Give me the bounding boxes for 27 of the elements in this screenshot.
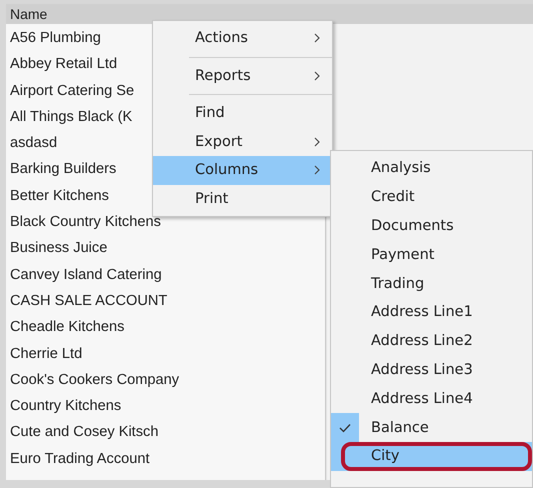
menu-item[interactable]: Address Line1	[331, 298, 532, 327]
menu-item[interactable]: Payment	[331, 240, 532, 270]
menu-item[interactable]: Address Line4	[331, 384, 532, 414]
list-row[interactable]: Cute and Cosey Kitsch	[6, 419, 325, 446]
menu-item[interactable]: Columns	[153, 156, 332, 184]
menu-item[interactable]: Address Line3	[331, 356, 532, 384]
menu-item[interactable]: Find	[153, 99, 332, 128]
menu-item[interactable]: Credit	[331, 182, 532, 212]
list-row[interactable]: Canvey Island Catering	[6, 262, 325, 288]
menu-item[interactable]: Address Line2	[331, 326, 532, 356]
menu-item[interactable]: City	[331, 442, 532, 471]
list-row[interactable]: Euro Trading Account	[6, 446, 325, 472]
column-header[interactable]: Name	[6, 4, 533, 24]
menu-item[interactable]: Trading	[331, 269, 532, 298]
list-row[interactable]: Cheadle Kitchens	[6, 314, 325, 341]
list-row[interactable]: Cherrie Ltd	[6, 340, 325, 367]
list-row[interactable]: Country Kitchens	[6, 393, 325, 420]
menu-item[interactable]: Export	[153, 128, 332, 156]
menu-item[interactable]: Print	[153, 184, 332, 213]
menu-item[interactable]: Analysis	[331, 154, 532, 183]
menu-item[interactable]: Actions	[153, 24, 332, 52]
menu-item[interactable]: Reports	[153, 62, 332, 90]
list-row[interactable]: Cook's Cookers Company	[6, 366, 325, 394]
menu-item[interactable]: Balance	[331, 413, 532, 442]
menu-item[interactable]: Documents	[331, 212, 532, 240]
list-row[interactable]: Business Juice	[6, 235, 325, 262]
list-row[interactable]: CASH SALE ACCOUNT	[6, 288, 325, 314]
